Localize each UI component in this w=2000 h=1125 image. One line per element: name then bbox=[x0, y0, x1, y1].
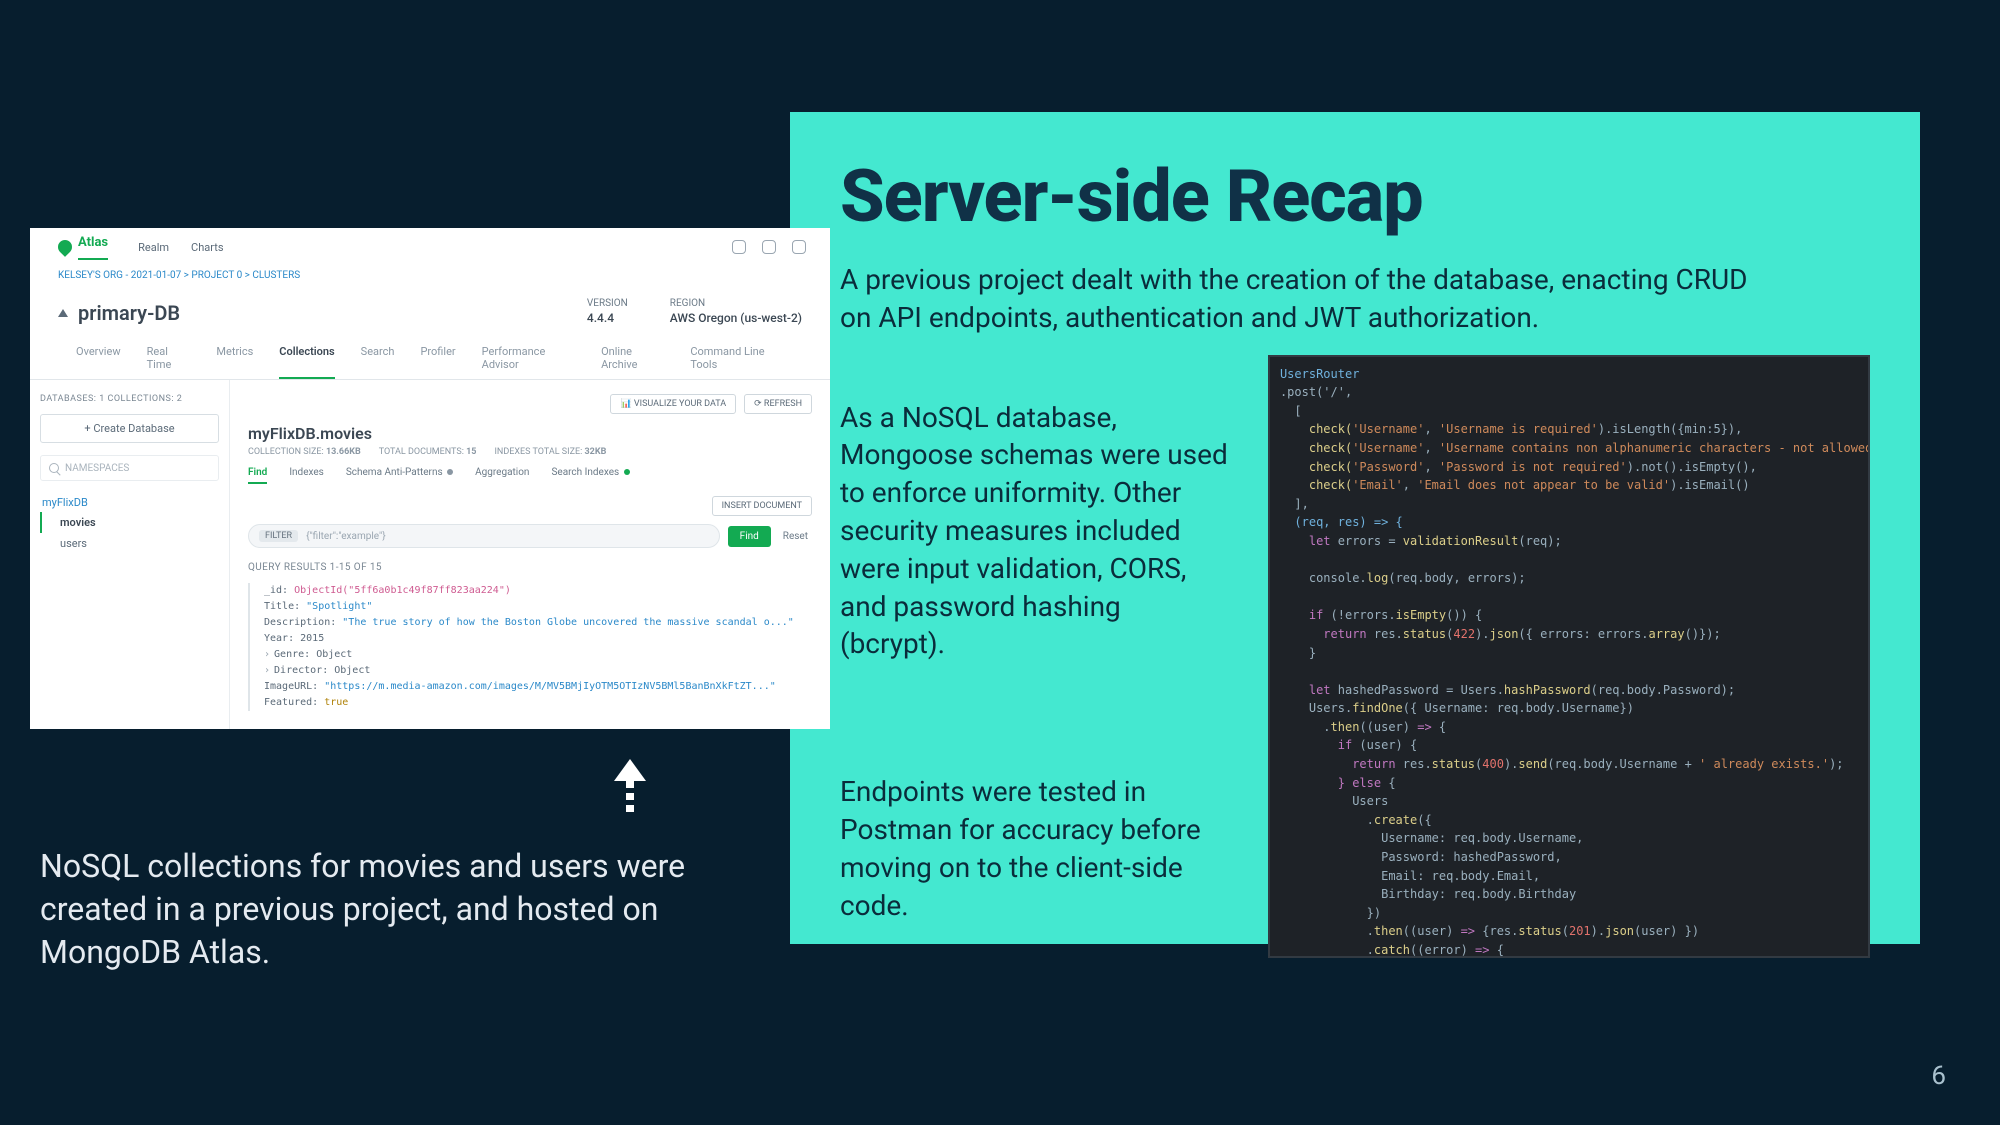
insert-document-button[interactable]: INSERT DOCUMENT bbox=[712, 496, 812, 516]
visualize-button[interactable]: 📊 VISUALIZE YOUR DATA bbox=[610, 394, 736, 414]
nav-realm[interactable]: Realm bbox=[138, 241, 169, 254]
tab-collections[interactable]: Collections bbox=[279, 335, 334, 379]
subtab-indexes[interactable]: Indexes bbox=[289, 467, 324, 484]
tab-metrics[interactable]: Metrics bbox=[216, 335, 253, 379]
page-number: 6 bbox=[1931, 1061, 1946, 1091]
cluster-title[interactable]: primary-DB bbox=[58, 301, 180, 325]
atlas-logo[interactable]: Atlas bbox=[58, 235, 108, 260]
sidebar-coll-movies[interactable]: movies bbox=[40, 512, 219, 533]
reset-button[interactable]: Reset bbox=[779, 526, 812, 547]
left-caption: NoSQL collections for movies and users w… bbox=[40, 845, 730, 975]
refresh-button[interactable]: ⟳ REFRESH bbox=[744, 394, 812, 414]
filter-pill: FILTER bbox=[259, 530, 298, 542]
filter-input[interactable]: FILTER {"filter":"example"} bbox=[248, 524, 720, 548]
slide-subtitle: A previous project dealt with the creati… bbox=[840, 261, 1780, 337]
cluster-meta: VERSION4.4.4 REGIONAWS Oregon (us-west-2… bbox=[587, 298, 802, 325]
tab-cli[interactable]: Command Line Tools bbox=[690, 335, 784, 379]
atlas-sidebar: DATABASES: 1 COLLECTIONS: 2 + Create Dat… bbox=[30, 380, 230, 729]
search-icon bbox=[49, 463, 59, 473]
query-results-label: QUERY RESULTS 1-15 OF 15 bbox=[248, 562, 812, 573]
collection-title: myFlixDB.movies bbox=[248, 424, 812, 443]
sidebar-db-myflixdb[interactable]: myFlixDB bbox=[40, 493, 219, 512]
slide-body-text: As a NoSQL database, Mongoose schemas we… bbox=[840, 355, 1228, 925]
user-icon[interactable] bbox=[732, 240, 746, 254]
bell-icon[interactable] bbox=[792, 240, 806, 254]
upload-arrow-icon bbox=[610, 759, 650, 819]
namespaces-search[interactable]: NAMESPACES bbox=[40, 455, 219, 481]
tab-perfadvisor[interactable]: Performance Advisor bbox=[482, 335, 575, 379]
tab-realtime[interactable]: Real Time bbox=[147, 335, 191, 379]
collection-stats: COLLECTION SIZE: 13.66KB TOTAL DOCUMENTS… bbox=[248, 447, 812, 457]
find-button[interactable]: Find bbox=[728, 526, 771, 547]
tab-onlinearchive[interactable]: Online Archive bbox=[601, 335, 664, 379]
breadcrumb[interactable]: KELSEY'S ORG - 2021-01-07 > PROJECT 0 > … bbox=[30, 266, 830, 285]
subtab-searchidx[interactable]: Search Indexes bbox=[551, 467, 629, 484]
cluster-tabs: Overview Real Time Metrics Collections S… bbox=[30, 335, 830, 380]
slide-paragraph-2: Endpoints were tested in Postman for acc… bbox=[840, 773, 1228, 924]
nav-atlas[interactable]: Atlas bbox=[78, 235, 108, 260]
atlas-main: 📊 VISUALIZE YOUR DATA ⟳ REFRESH myFlixDB… bbox=[230, 380, 830, 729]
sidebar-coll-users[interactable]: users bbox=[40, 533, 219, 554]
atlas-top-nav: Atlas Realm Charts bbox=[30, 228, 830, 266]
document-preview[interactable]: _id: ObjectId("5ff6a0b1c49f87ff823aa224"… bbox=[248, 583, 812, 711]
db-counts: DATABASES: 1 COLLECTIONS: 2 bbox=[40, 394, 219, 404]
subtab-find[interactable]: Find bbox=[248, 467, 267, 484]
right-panel: Server-side Recap A previous project dea… bbox=[790, 112, 1920, 944]
subtab-aggregation[interactable]: Aggregation bbox=[475, 467, 529, 484]
tab-overview[interactable]: Overview bbox=[76, 335, 121, 379]
code-screenshot: UsersRouter .post('/', [ check('Username… bbox=[1268, 355, 1870, 958]
nav-charts[interactable]: Charts bbox=[191, 241, 223, 254]
slide-title: Server-side Recap bbox=[840, 154, 1870, 239]
mongodb-atlas-screenshot: Atlas Realm Charts KELSEY'S ORG - 2021-0… bbox=[30, 228, 830, 729]
help-icon[interactable] bbox=[762, 240, 776, 254]
slide-paragraph-1: As a NoSQL database, Mongoose schemas we… bbox=[840, 399, 1228, 664]
triangle-icon bbox=[58, 309, 68, 317]
tab-search[interactable]: Search bbox=[361, 335, 395, 379]
tab-profiler[interactable]: Profiler bbox=[420, 335, 455, 379]
subtab-schema[interactable]: Schema Anti-Patterns bbox=[346, 467, 453, 484]
leaf-icon bbox=[55, 237, 75, 257]
create-database-button[interactable]: + Create Database bbox=[40, 414, 219, 443]
collection-subtabs: Find Indexes Schema Anti-Patterns Aggreg… bbox=[248, 467, 812, 484]
